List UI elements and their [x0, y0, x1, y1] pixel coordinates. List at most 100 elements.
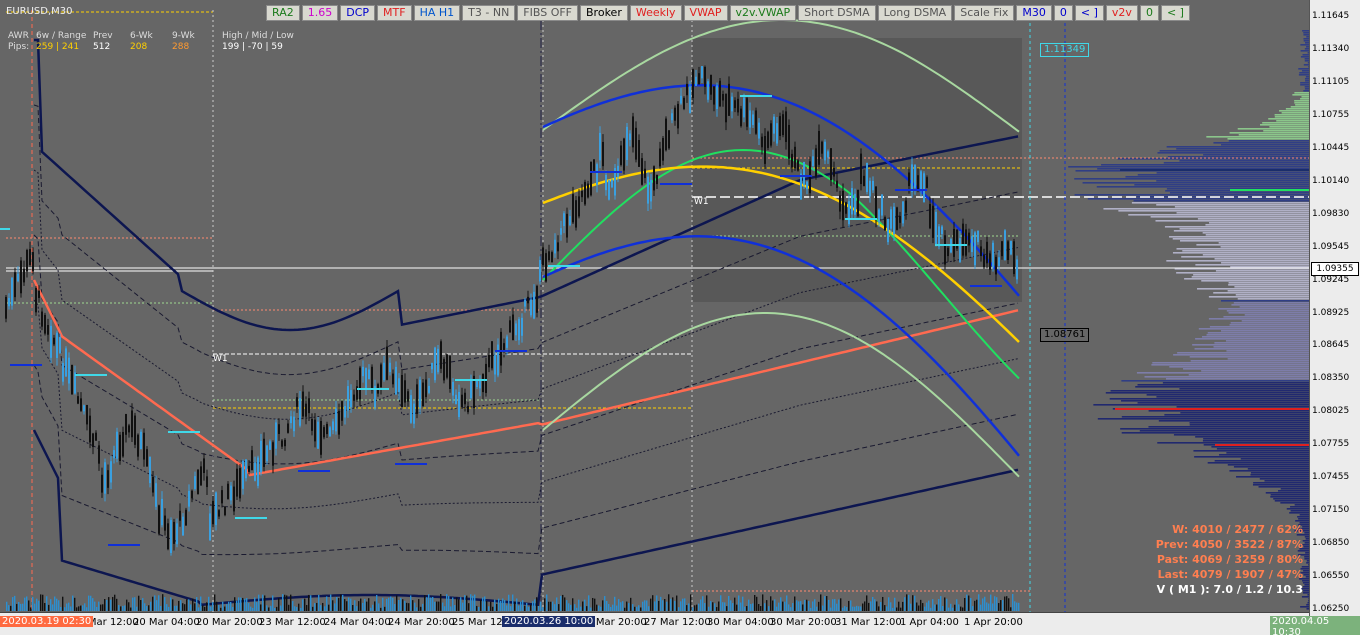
candle-body [626, 126, 628, 160]
candle-body [641, 158, 643, 185]
profile-bar [1189, 424, 1309, 426]
volume-bar [598, 605, 600, 611]
candle-body [23, 268, 25, 283]
volume-bar [310, 595, 312, 611]
candle-body [536, 285, 538, 313]
profile-bar [1228, 312, 1309, 314]
profile-bar [1193, 450, 1309, 452]
volume-bar [112, 596, 114, 611]
volume-bar [286, 595, 288, 611]
toolbar-button-12[interactable]: Long DSMA [877, 5, 953, 21]
profile-bar [1302, 526, 1309, 528]
profile-bar [1177, 352, 1309, 354]
volume-bar [406, 602, 408, 611]
profile-bar [1274, 114, 1309, 116]
candle-body [749, 110, 751, 128]
candle-body [680, 95, 682, 104]
toolbar-button-2[interactable]: DCP [340, 5, 376, 21]
candle-body [284, 439, 286, 447]
candle-body [863, 175, 865, 186]
candle-body [782, 114, 784, 136]
toolbar-button-0[interactable]: RA2 [266, 5, 300, 21]
chart-title: EURUSD,M30 [6, 6, 73, 17]
profile-bar [1295, 104, 1309, 106]
volume-bar [288, 604, 290, 611]
volume-bar [58, 600, 60, 611]
info-prev: Prev: 4050 / 3522 / 87% [1155, 538, 1303, 551]
toolbar-button-1[interactable]: 1.65 [301, 5, 339, 21]
toolbar-button-10[interactable]: v2v.VWAP [729, 5, 797, 21]
profile-bar [1218, 308, 1309, 310]
volume-bar [304, 598, 306, 611]
candle-body [461, 394, 463, 408]
volume-bar [956, 599, 958, 611]
profile-bar [1172, 252, 1309, 254]
volume-bar [650, 598, 652, 611]
toolbar-button-6[interactable]: FIBS OFF [517, 5, 579, 21]
candle-body [1010, 241, 1012, 255]
candle-body [728, 83, 730, 116]
toolbar-button-3[interactable]: MTF [377, 5, 412, 21]
volume-bar [800, 601, 802, 611]
profile-bar [1258, 486, 1309, 488]
profile-bar [1183, 368, 1309, 370]
toolbar-button-4[interactable]: HA H1 [413, 5, 461, 21]
volume-bar [762, 594, 764, 611]
volume-bar [794, 596, 796, 611]
candle-body [371, 366, 373, 391]
info-past: Past: 4069 / 3259 / 80% [1156, 553, 1303, 566]
volume-bar [172, 599, 174, 611]
toolbar-button-15[interactable]: 0 [1053, 5, 1073, 21]
info-block: W: 4010 / 2477 / 62% Prev: 4050 / 3522 /… [1156, 522, 1303, 597]
volume-bar [210, 606, 212, 611]
candle-body [818, 130, 820, 165]
candle-body [476, 380, 478, 388]
toolbar-button-19[interactable]: < ] [1160, 5, 1190, 21]
toolbar-button-8[interactable]: Weekly [629, 5, 682, 21]
candle-body [998, 257, 1000, 266]
volume-bar [458, 599, 460, 611]
candle-body [296, 397, 298, 407]
info-last: Last: 4079 / 1907 / 47% [1157, 568, 1303, 581]
volume-bar [76, 607, 78, 611]
profile-bar [1286, 508, 1309, 510]
volume-bar [546, 594, 548, 611]
candle-body [704, 67, 706, 87]
six-wk-label: 6-Wk [130, 31, 153, 41]
volume-bar [798, 601, 800, 611]
candle-body [785, 111, 787, 142]
candle-body [842, 190, 844, 221]
toolbar-button-13[interactable]: Scale Fix [954, 5, 1015, 21]
profile-bar [1239, 306, 1309, 308]
candle-body [266, 445, 268, 462]
nine-wk-label: 9-Wk [172, 31, 195, 41]
toolbar-button-5[interactable]: T3 - NN [462, 5, 516, 21]
profile-bar [1298, 74, 1309, 76]
toolbar-button-18[interactable]: 0 [1139, 5, 1159, 21]
profile-bar [1280, 488, 1309, 490]
volume-bar [746, 606, 748, 611]
volume-bar [748, 599, 750, 611]
profile-bar [1253, 482, 1309, 484]
volume-bar [488, 606, 490, 611]
volume-bar [754, 594, 756, 611]
toolbar-button-11[interactable]: Short DSMA [798, 5, 876, 21]
profile-bar [1235, 294, 1309, 296]
volume-bar [682, 598, 684, 611]
profile-bar [1233, 466, 1309, 468]
toolbar-button-9[interactable]: VWAP [683, 5, 728, 21]
toolbar-button-14[interactable]: M30 [1016, 5, 1052, 21]
volume-bar [438, 601, 440, 611]
candle-body [827, 151, 829, 158]
volume-bar [556, 597, 558, 611]
volume-bar [702, 596, 704, 611]
candle-body [26, 249, 28, 272]
volume-bar [28, 600, 30, 611]
profile-bar [1206, 334, 1309, 336]
volume-bar [726, 606, 728, 611]
toolbar-button-16[interactable]: < ] [1074, 5, 1104, 21]
profile-bar [1144, 376, 1309, 378]
toolbar-button-17[interactable]: v2v [1105, 5, 1138, 21]
price-tick: 1.09545 [1312, 241, 1350, 252]
toolbar-button-7[interactable]: Broker [580, 5, 628, 21]
